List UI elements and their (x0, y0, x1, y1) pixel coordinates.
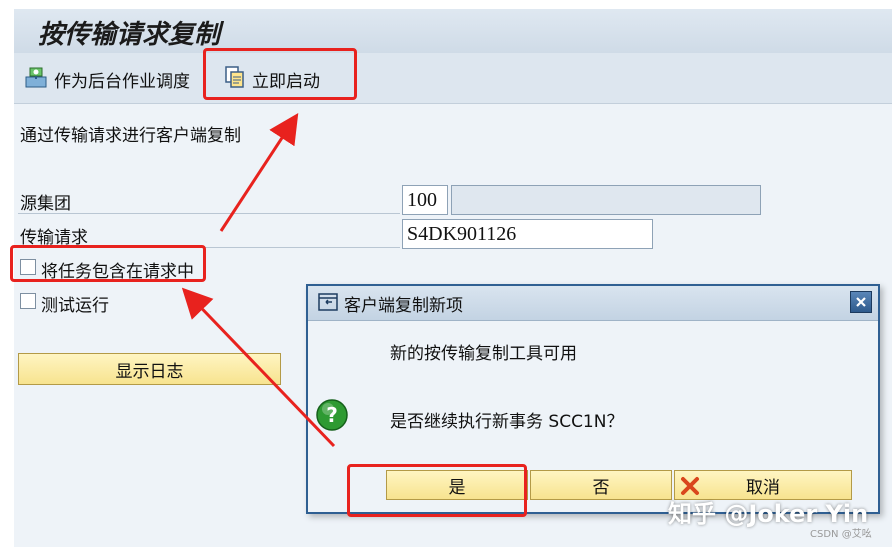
watermark-sub: CSDN @艾吆 (810, 529, 872, 540)
arrow-to-start-now (219, 112, 299, 232)
arrow-to-include-tasks (181, 287, 336, 448)
watermark-main: 知乎 @Joker Yin (668, 500, 869, 528)
annotation-arrows (181, 112, 336, 448)
